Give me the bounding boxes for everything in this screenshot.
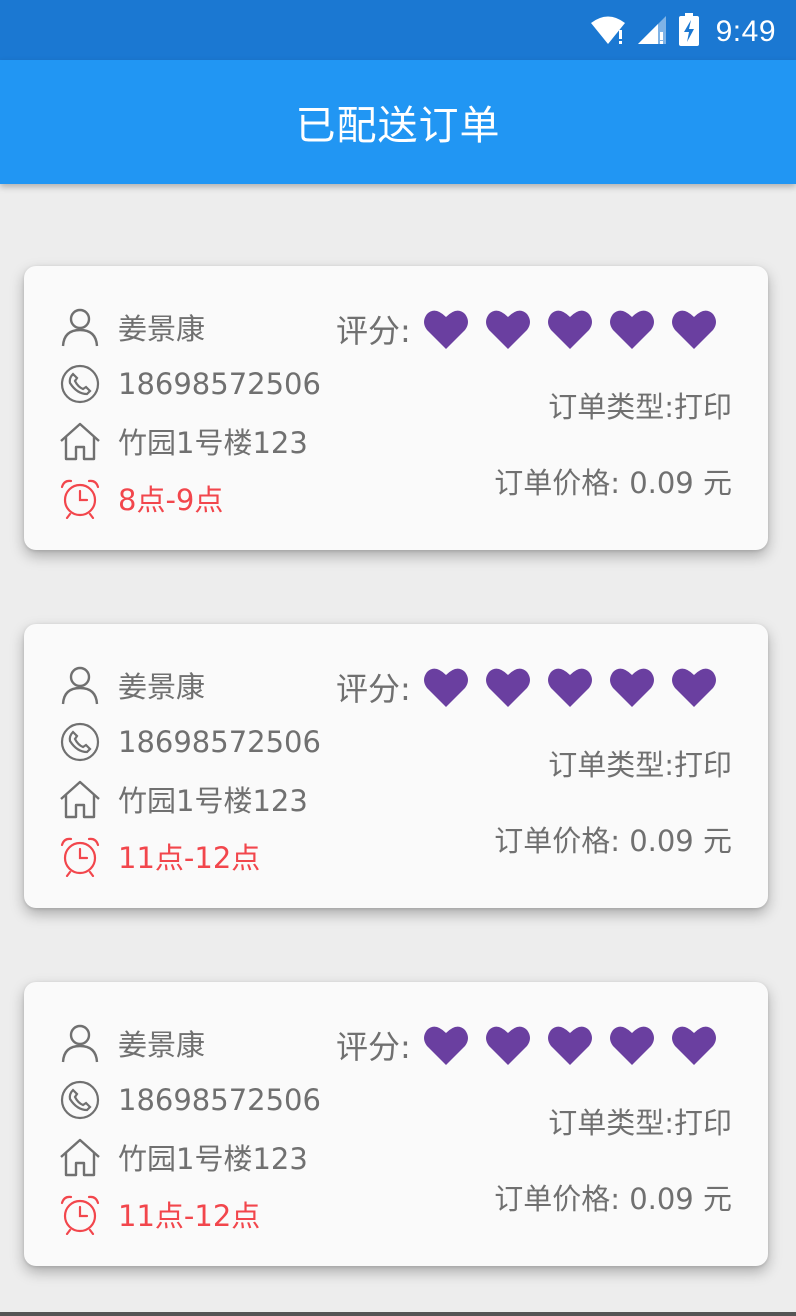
- customer-address: 竹园1号楼123: [118, 1141, 308, 1176]
- heart-icon: [547, 310, 592, 349]
- heart-icon: [485, 668, 530, 707]
- customer-name: 姜景康: [118, 311, 206, 346]
- order-type: 订单类型:打印: [548, 1100, 732, 1142]
- delivery-time-row: 11点-12点: [58, 1185, 321, 1242]
- phone-row: 18698572506: [58, 713, 321, 770]
- customer-phone[interactable]: 18698572506: [118, 367, 321, 401]
- battery-charging-icon: [678, 13, 700, 51]
- heart-icon: [485, 1026, 530, 1065]
- alarm-clock-icon: [58, 834, 102, 878]
- order-price: 订单价格: 0.09 元: [494, 818, 732, 860]
- order-price-currency: 元: [702, 1182, 732, 1216]
- page-title: 已配送订单: [295, 103, 501, 149]
- customer-name-row: 姜景康: [58, 298, 321, 355]
- customer-name: 姜景康: [118, 1027, 206, 1062]
- bottom-divider: [0, 1312, 796, 1316]
- rating-label: 评分:: [336, 670, 411, 708]
- heart-icon: [671, 310, 716, 349]
- status-time: 9:49: [715, 15, 776, 48]
- customer-name-row: 姜景康: [58, 1014, 321, 1071]
- order-price-value: 0.09: [629, 1182, 694, 1216]
- person-icon: [58, 1021, 102, 1065]
- phone-icon: [58, 720, 102, 764]
- customer-address: 竹园1号楼123: [118, 425, 308, 460]
- order-type-value: 打印: [673, 748, 732, 782]
- address-row: 竹园1号楼123: [58, 770, 321, 827]
- order-type: 订单类型:打印: [548, 384, 732, 426]
- status-bar: 9:49: [0, 0, 796, 60]
- address-row: 竹园1号楼123: [58, 1128, 321, 1185]
- order-type-value: 打印: [673, 390, 732, 424]
- order-price-label: 订单价格:: [494, 1182, 620, 1216]
- customer-address: 竹园1号楼123: [118, 783, 308, 818]
- rating: 评分:: [336, 306, 717, 352]
- heart-icon: [671, 1026, 716, 1065]
- delivery-time: 11点-12点: [118, 840, 261, 875]
- order-price-label: 订单价格:: [494, 466, 620, 500]
- order-price-currency: 元: [702, 824, 732, 858]
- order-price-value: 0.09: [629, 466, 694, 500]
- delivery-time-row: 11点-12点: [58, 827, 321, 884]
- order-type-label: 订单类型:: [548, 748, 674, 782]
- order-type-label: 订单类型:: [548, 390, 674, 424]
- home-icon: [58, 1135, 102, 1179]
- order-price-currency: 元: [702, 466, 732, 500]
- phone-row: 18698572506: [58, 1071, 321, 1128]
- delivery-time-row: 8点-9点: [58, 469, 321, 526]
- alarm-clock-icon: [58, 476, 102, 520]
- delivery-time: 8点-9点: [118, 482, 224, 517]
- order-price: 订单价格: 0.09 元: [494, 460, 732, 502]
- phone-icon: [58, 362, 102, 406]
- order-price-label: 订单价格:: [494, 824, 620, 858]
- heart-icon: [423, 668, 468, 707]
- rating-label: 评分:: [336, 312, 411, 350]
- order-card[interactable]: 姜景康 18698572506 竹园1号楼123: [24, 624, 768, 908]
- cell-signal-icon: [636, 14, 668, 50]
- person-icon: [58, 663, 102, 707]
- rating: 评分:: [336, 1022, 717, 1068]
- app-bar: 已配送订单: [0, 60, 796, 184]
- delivery-time: 11点-12点: [118, 1198, 261, 1233]
- heart-icon: [671, 668, 716, 707]
- customer-name: 姜景康: [118, 669, 206, 704]
- heart-icon: [609, 668, 654, 707]
- order-price-value: 0.09: [629, 824, 694, 858]
- heart-icon: [485, 310, 530, 349]
- heart-icon: [423, 310, 468, 349]
- heart-icon: [423, 1026, 468, 1065]
- phone-icon: [58, 1078, 102, 1122]
- home-icon: [58, 777, 102, 821]
- rating: 评分:: [336, 664, 717, 710]
- phone-row: 18698572506: [58, 355, 321, 412]
- customer-phone[interactable]: 18698572506: [118, 1083, 321, 1117]
- heart-icon: [609, 310, 654, 349]
- heart-icon: [547, 668, 592, 707]
- address-row: 竹园1号楼123: [58, 412, 321, 469]
- rating-label: 评分:: [336, 1028, 411, 1066]
- order-card[interactable]: 姜景康 18698572506 竹园1号楼123: [24, 982, 768, 1266]
- order-type: 订单类型:打印: [548, 742, 732, 784]
- alarm-clock-icon: [58, 1192, 102, 1236]
- order-price: 订单价格: 0.09 元: [494, 1176, 732, 1218]
- order-type-label: 订单类型:: [548, 1106, 674, 1140]
- customer-name-row: 姜景康: [58, 656, 321, 713]
- heart-icon: [609, 1026, 654, 1065]
- order-type-value: 打印: [673, 1106, 732, 1140]
- customer-phone[interactable]: 18698572506: [118, 725, 321, 759]
- wifi-icon: [590, 14, 626, 50]
- heart-icon: [547, 1026, 592, 1065]
- order-card[interactable]: 姜景康 18698572506 竹园1号楼123: [24, 266, 768, 550]
- person-icon: [58, 305, 102, 349]
- home-icon: [58, 419, 102, 463]
